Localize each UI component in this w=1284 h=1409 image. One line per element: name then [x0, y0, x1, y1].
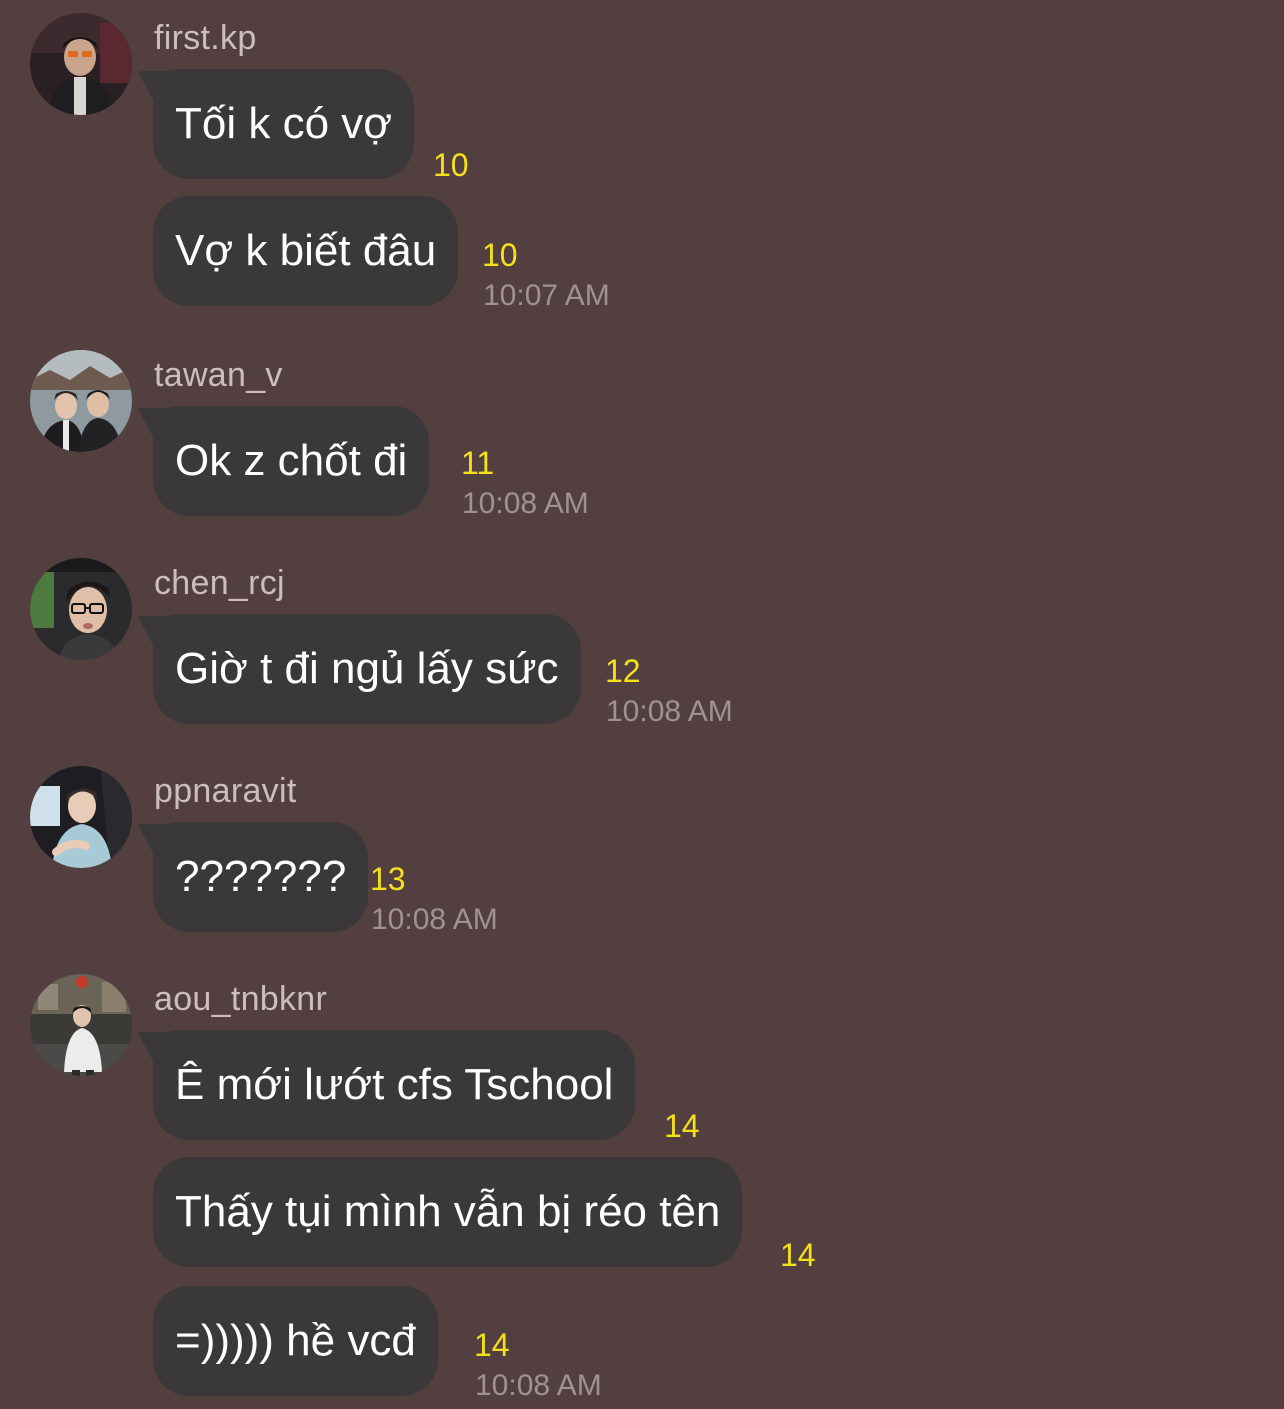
read-count: 10 — [482, 237, 518, 273]
message-bubble[interactable]: Vợ k biết đâu — [153, 196, 459, 306]
avatar[interactable] — [30, 974, 132, 1076]
sender-name[interactable]: tawan_v — [154, 355, 283, 395]
read-count: 12 — [605, 653, 641, 689]
timestamp: 10:08 AM — [475, 1369, 602, 1402]
user-avatar-icon — [30, 766, 132, 868]
read-count: 14 — [780, 1237, 816, 1273]
user-avatar-icon — [30, 350, 132, 452]
message-bubble[interactable]: Tối k có vợ — [153, 69, 415, 179]
read-count: 14 — [664, 1108, 700, 1144]
sender-name[interactable]: first.kp — [154, 18, 257, 58]
avatar[interactable] — [30, 13, 132, 115]
user-avatar-icon — [30, 974, 132, 1076]
read-count: 10 — [433, 147, 469, 183]
sender-name[interactable]: aou_tnbknr — [154, 979, 327, 1019]
message-bubble[interactable]: =))))) hề vcđ — [153, 1286, 438, 1396]
avatar[interactable] — [30, 558, 132, 660]
chat-thread: first.kp Tối k có vợ 10 Vợ k biết đâu 10… — [0, 0, 1284, 1409]
avatar[interactable] — [30, 350, 132, 452]
read-count: 14 — [474, 1327, 510, 1363]
message-bubble[interactable]: Ok z chốt đi — [153, 406, 430, 516]
message-bubble[interactable]: ??????? — [153, 822, 369, 932]
message-bubble[interactable]: Thấy tụi mình vẫn bị réo tên — [153, 1157, 743, 1267]
message-bubble[interactable]: Ê mới lướt cfs Tschool — [153, 1030, 636, 1140]
message-bubble[interactable]: Giờ t đi ngủ lấy sức — [153, 614, 581, 724]
sender-name[interactable]: chen_rcj — [154, 563, 285, 603]
timestamp: 10:08 AM — [462, 487, 589, 520]
avatar[interactable] — [30, 766, 132, 868]
user-avatar-icon — [30, 13, 132, 115]
timestamp: 10:08 AM — [606, 695, 733, 728]
sender-name[interactable]: ppnaravit — [154, 771, 297, 811]
timestamp: 10:08 AM — [371, 903, 498, 936]
timestamp: 10:07 AM — [483, 279, 610, 312]
user-avatar-icon — [30, 558, 132, 660]
read-count: 11 — [461, 445, 495, 481]
read-count: 13 — [370, 861, 406, 897]
